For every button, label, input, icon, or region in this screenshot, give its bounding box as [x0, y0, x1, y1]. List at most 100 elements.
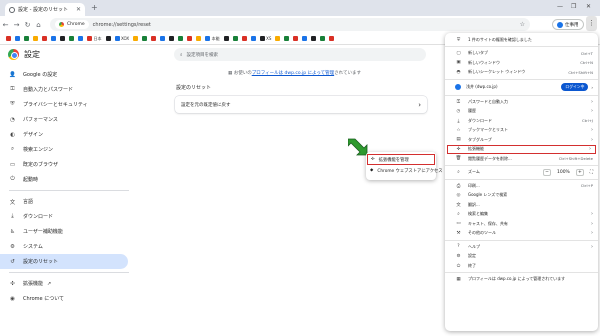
profile-button[interactable]: 仕事用 [552, 19, 584, 30]
maximize-button[interactable]: ❐ [571, 3, 576, 10]
bookmark-item[interactable] [196, 36, 202, 41]
menu-item[interactable]: ⌕ 検索と編集 › [445, 210, 598, 220]
menu-item[interactable]: ◎ Google レンズで検索 [445, 191, 598, 201]
settings-search-input[interactable]: ⌕ 設定項目を検索 [174, 48, 426, 61]
bookmark-item[interactable]: 本能 [205, 36, 220, 42]
bookmark-item[interactable] [320, 36, 326, 41]
bookmark-item[interactable] [15, 36, 20, 41]
bookmark-favicon-icon [284, 36, 290, 41]
reload-icon[interactable]: ↻ [22, 21, 33, 29]
settings-sidebar: 👤 Google の設定 ⚿ 自動入力とパスワード ⛨ プライバシーとセキュリティ ◔ パフォ… [0, 67, 160, 306]
bookmark-item[interactable] [69, 36, 74, 41]
bookmark-item[interactable] [133, 36, 139, 41]
menu-item[interactable]: ⤓ ダウンロード Ctrl+J [445, 116, 598, 126]
menu-item[interactable]: ☆ ブックマークとリスト › [445, 126, 598, 136]
menu-item[interactable]: ▤ タブグループ › [445, 135, 598, 145]
menu-item[interactable]: 🗑 閲覧履歴データを削除... Ctrl+Shift+Delete [445, 154, 598, 164]
manage-extensions-item[interactable]: ✣ 拡張機能を管理 [367, 154, 435, 165]
site-permissions-item[interactable]: ⛨ 1 件のサイトの権限を確認しました [445, 35, 598, 45]
menu-item[interactable]: ◷ 履歴 › [445, 107, 598, 117]
bookmark-favicon-icon [24, 36, 29, 41]
bookmark-item[interactable] [42, 36, 47, 41]
bookmark-item[interactable] [78, 36, 83, 41]
bookmark-item[interactable] [24, 36, 29, 41]
sidebar-item[interactable]: ⏻ 起動時 [0, 172, 160, 187]
bookmark-item[interactable] [293, 36, 299, 41]
sidebar-item[interactable]: ♿ ユーザー補助機能 [0, 224, 160, 239]
bookmark-item[interactable] [232, 36, 238, 41]
bookmark-item[interactable] [142, 36, 148, 41]
profile-row[interactable]: 浅井 (dwp.co.jp) ログイン中 › [445, 81, 598, 93]
bookmark-item[interactable] [6, 36, 11, 41]
menu-item[interactable]: ✣ 拡張機能 › [447, 144, 596, 154]
bookmark-item[interactable] [187, 36, 193, 41]
managed-link[interactable]: プロフィールは dwp.co.jp によって管理 [252, 71, 334, 76]
sidebar-item[interactable]: 文 言語 [0, 194, 160, 209]
sidebar-item[interactable]: ◔ パフォーマンス [0, 112, 160, 127]
sidebar-item[interactable]: ▭ 既定のブラウザ [0, 157, 160, 172]
bookmark-item[interactable]: 日本 [87, 36, 102, 42]
bookmark-item[interactable] [60, 36, 65, 41]
bookmark-item[interactable] [311, 36, 317, 41]
bookmark-item[interactable] [160, 36, 166, 41]
bookmark-item[interactable] [302, 36, 308, 41]
fullscreen-icon[interactable]: ⛶ [590, 169, 593, 175]
minimize-button[interactable]: — [557, 3, 563, 10]
bookmark-item[interactable] [250, 36, 256, 41]
menu-item[interactable]: ⏻ 終了 [445, 261, 598, 271]
bookmark-item[interactable]: XS [259, 36, 271, 41]
menu-item[interactable]: ▣ 新しいウィンドウ Ctrl+N [445, 58, 598, 68]
bookmark-item[interactable] [51, 36, 56, 41]
menu-item[interactable]: ⎙ 印刷... Ctrl+P [445, 181, 598, 191]
menu-item[interactable]: ⚙ 設定 [445, 252, 598, 262]
chevron-right-icon: › [591, 98, 593, 105]
bookmark-item[interactable] [223, 36, 229, 41]
home-icon[interactable]: ⌂ [33, 21, 44, 29]
sidebar-item[interactable]: ⚙ システム [0, 239, 160, 254]
chrome-menu-button[interactable]: ⋮ [586, 16, 597, 31]
menu-item[interactable]: ⚒ その他のツール › [445, 229, 598, 239]
menu-item[interactable]: ◓ 新しいシークレット ウィンドウ Ctrl+Shift+N [445, 68, 598, 78]
sidebar-item[interactable]: ◐ デザイン [0, 127, 160, 142]
tab-close-icon[interactable]: ✕ [76, 6, 81, 13]
menu-divider [445, 46, 598, 47]
menu-item[interactable]: ▭ キャスト、保存、共有 › [445, 219, 598, 229]
bookmark-item[interactable]: XOX [114, 36, 129, 41]
bookmark-item[interactable] [284, 36, 290, 41]
address-bar[interactable]: Chrome chrome://settings/reset ☆ [50, 18, 530, 31]
bookmark-item[interactable] [33, 36, 38, 41]
forward-arrow-icon[interactable]: → [11, 21, 22, 29]
sidebar-item[interactable]: ⤓ ダウンロード [0, 209, 160, 224]
bookmark-item[interactable] [275, 36, 281, 41]
zoom-out-button[interactable]: − [542, 168, 551, 176]
managed-by-item[interactable]: ▦ プロフィールは dwp.co.jp によって管理されています [445, 275, 598, 285]
sidebar-item[interactable]: ⚿ 自動入力とパスワード [0, 82, 160, 97]
bookmark-item[interactable] [241, 36, 247, 41]
sidebar-item[interactable]: ⛨ プライバシーとセキュリティ [0, 97, 160, 112]
url-text[interactable]: chrome://settings/reset [93, 22, 151, 28]
sidebar-item[interactable]: ↺ 設定のリセット [0, 254, 128, 269]
chrome-web-store-item[interactable]: ◆ Chrome ウェブストアにアクセス [366, 165, 443, 176]
back-arrow-icon[interactable]: ← [0, 21, 11, 29]
restore-defaults-row[interactable]: 設定を元の既定値に戻す › [175, 96, 427, 113]
close-window-button[interactable]: ✕ [586, 3, 591, 10]
sidebar-item[interactable]: 👤 Google の設定 [0, 67, 160, 82]
menu-item[interactable]: 文 翻訳... [445, 200, 598, 210]
site-chip[interactable]: Chrome [55, 20, 89, 29]
menu-item[interactable]: ⚿ パスワードと自動入力 › [445, 97, 598, 107]
zoom-in-button[interactable]: + [575, 168, 584, 176]
bookmark-star-icon[interactable]: ☆ [520, 21, 525, 28]
sidebar-item[interactable]: ✣ 拡張機能 ↗ [0, 276, 160, 291]
menu-item[interactable]: ? ヘルプ › [445, 242, 598, 252]
trash-icon: 🗑 [455, 156, 462, 162]
menu-item[interactable]: ▢ 新しいタブ Ctrl+T [445, 49, 598, 59]
bookmark-item[interactable] [329, 36, 335, 41]
bookmark-item[interactable] [105, 36, 111, 41]
sidebar-item[interactable]: ◉ Chrome について [0, 291, 160, 306]
tab-settings[interactable]: 設定 - 設定のリセット ✕ [5, 3, 85, 16]
bookmark-item[interactable] [178, 36, 184, 41]
sidebar-item[interactable]: ⌕ 検索エンジン [0, 142, 160, 157]
bookmark-item[interactable] [169, 36, 175, 41]
new-tab-button[interactable]: + [91, 3, 98, 12]
bookmark-item[interactable] [151, 36, 157, 41]
